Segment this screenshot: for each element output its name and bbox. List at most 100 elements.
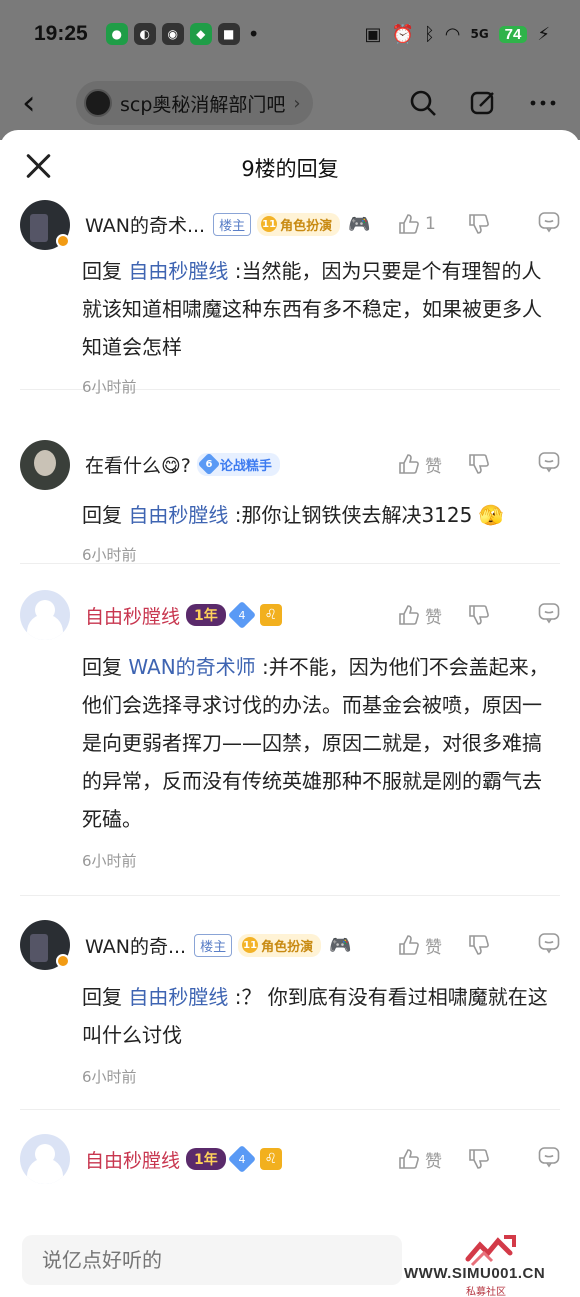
like-count: 1 <box>425 214 436 234</box>
forum-logo <box>84 89 112 117</box>
reply-actions: 赞 <box>398 1146 560 1173</box>
back-chevron-icon[interactable]: ‹ <box>22 86 56 120</box>
thumbs-up-icon <box>398 453 420 475</box>
reply-prefix: 回复 <box>82 259 129 283</box>
watermark-sub: 私募社区 <box>466 1287 506 1297</box>
reply-actions: 赞 <box>398 932 560 959</box>
username[interactable]: WAN的奇... <box>85 932 186 959</box>
mention-link[interactable]: 自由秒膛线 <box>128 503 228 527</box>
username[interactable]: 在看什么😋? <box>85 451 191 478</box>
bluetooth-icon: ᛒ <box>423 23 435 45</box>
dislike-button[interactable] <box>468 604 538 626</box>
avatar[interactable] <box>20 590 70 640</box>
gamepad-badge-icon: 🎮 <box>329 934 352 956</box>
thumbs-up-icon <box>398 1148 420 1170</box>
role-badge: 11 角色扮演 <box>257 212 341 236</box>
reply-text: 回复 自由秒膛线 :那你让钢铁侠去解决3125 🫣 <box>82 496 552 534</box>
like-label: 赞 <box>425 937 442 958</box>
role-badge-label: 论战糕手 <box>219 458 272 474</box>
gamepad-badge-icon: 🎮 <box>348 213 371 235</box>
like-button[interactable]: 赞 <box>398 452 468 477</box>
reply-actions: 赞 <box>398 451 560 478</box>
mention-link[interactable]: 自由秒膛线 <box>128 985 228 1009</box>
search-icon[interactable] <box>408 88 438 118</box>
like-label: 赞 <box>425 1151 442 1172</box>
wifi-icon: ◠ <box>444 23 461 45</box>
comment-button[interactable] <box>538 211 560 238</box>
comment-button[interactable] <box>538 932 560 959</box>
network-label: 5G <box>470 27 489 41</box>
bottom-bar: WWW.SIMU001.CN 私募社区 <box>0 1223 580 1297</box>
like-button[interactable]: 赞 <box>398 603 468 628</box>
like-button[interactable]: 赞 <box>398 933 468 958</box>
comment-button[interactable] <box>538 602 560 629</box>
watermark: WWW.SIMU001.CN 私募社区 <box>404 1233 574 1297</box>
thumbs-down-icon <box>468 453 490 475</box>
reply-text: 回复 WAN的奇术师 :并不能，因为他们不会盖起来，他们会选择寻求讨伐的办法。而… <box>82 648 552 838</box>
comment-icon <box>538 1146 560 1173</box>
timestamp: 6小时前 <box>82 1068 137 1086</box>
year-badge: 1年 <box>186 604 226 626</box>
thumbs-up-icon <box>398 934 420 956</box>
year-badge: 1年 <box>186 1148 226 1170</box>
replies-sheet: 9楼的回复 WAN的奇术... 楼主 11 角色扮演 🎮 1 回复 自由秒膛线 … <box>0 130 580 1297</box>
role-badge-label: 角色扮演 <box>261 939 314 955</box>
avatar[interactable] <box>20 440 70 490</box>
comment-button[interactable] <box>538 1146 560 1173</box>
reply-text: 回复 自由秒膛线 :？ 你到底有没有看过相啸魔就在这叫什么讨伐 <box>82 978 552 1054</box>
role-badge: 6 论战糕手 <box>196 452 280 476</box>
comment-icon <box>538 932 560 959</box>
mention-link[interactable]: WAN的奇术师 <box>128 655 255 679</box>
alarm-icon: ⏰ <box>391 23 414 45</box>
reply-header: 自由秒膛线 1年 4 ♌ 赞 <box>85 597 560 633</box>
reply-prefix: 回复 <box>82 985 129 1009</box>
close-icon[interactable] <box>22 150 54 182</box>
edit-icon[interactable] <box>468 88 498 118</box>
sheet-header: 9楼的回复 <box>0 130 580 206</box>
username[interactable]: WAN的奇术... <box>85 211 205 238</box>
level-dot-icon <box>56 954 70 968</box>
thumbs-down-icon <box>468 1148 490 1170</box>
status-right: ▣ ⏰ ᛒ ◠ 5G 74 ⚡ <box>365 24 551 45</box>
thumbs-up-icon <box>398 604 420 626</box>
forum-pill[interactable]: scp奥秘消解部门吧 › <box>76 81 313 125</box>
watermark-site: WWW.SIMU001.CN <box>404 1265 546 1282</box>
reply-prefix: 回复 <box>82 655 129 679</box>
more-icon[interactable] <box>528 88 558 118</box>
level-dot-icon <box>56 234 70 248</box>
mention-link[interactable]: 自由秒膛线 <box>128 259 228 283</box>
timestamp: 6小时前 <box>82 852 137 870</box>
dislike-button[interactable] <box>468 934 538 956</box>
leo-sign-icon: ♌ <box>259 1148 282 1170</box>
reply-body: :那你让钢铁侠去解决3125 🫣 <box>228 503 504 527</box>
username[interactable]: 自由秒膛线 <box>85 602 180 629</box>
like-button[interactable]: 赞 <box>398 1147 468 1172</box>
like-button[interactable]: 1 <box>398 213 468 235</box>
reply-item: 自由秒膛线 1年 4 ♌ 赞 <box>20 1110 560 1210</box>
like-label: 赞 <box>425 607 442 628</box>
watermark-logo-icon <box>465 1235 516 1267</box>
thumbs-down-icon <box>468 604 490 626</box>
reply-body: :并不能，因为他们不会盖起来，他们会选择寻求讨伐的办法。而基金会被喷，原因一是向… <box>82 655 549 831</box>
thumbs-down-icon <box>468 213 490 235</box>
level-text: 4 <box>238 1152 246 1166</box>
reply-text: 回复 自由秒膛线 :当然能，因为只要是个有理智的人就该知道相啸魔这种东西有多不稳… <box>82 252 552 366</box>
comment-input[interactable] <box>22 1235 402 1285</box>
avatar[interactable] <box>20 1134 70 1184</box>
reply-item: WAN的奇... 楼主 11 角色扮演 🎮 赞 回复 自由秒膛线 :？ 你到底有没… <box>20 896 560 1110</box>
username[interactable]: 自由秒膛线 <box>85 1146 180 1173</box>
app-icon: ◆ <box>189 23 212 45</box>
comment-icon <box>538 211 560 238</box>
dislike-button[interactable] <box>468 1148 538 1170</box>
sheet-title: 9楼的回复 <box>241 157 339 181</box>
level-badge: 4 <box>227 600 256 630</box>
wechat-icon: ● <box>105 23 128 45</box>
reply-actions: 1 <box>398 211 560 238</box>
role-badge: 11 角色扮演 <box>238 933 322 957</box>
reply-header: WAN的奇... 楼主 11 角色扮演 🎮 赞 <box>85 927 560 963</box>
comment-button[interactable] <box>538 451 560 478</box>
dislike-button[interactable] <box>468 453 538 475</box>
thumbs-down-icon <box>468 934 490 956</box>
status-bar: 19:25 ● ◐ ◉ ◆ ■ • ▣ ⏰ ᛒ ◠ 5G 74 ⚡ <box>0 0 580 68</box>
dislike-button[interactable] <box>468 213 538 235</box>
